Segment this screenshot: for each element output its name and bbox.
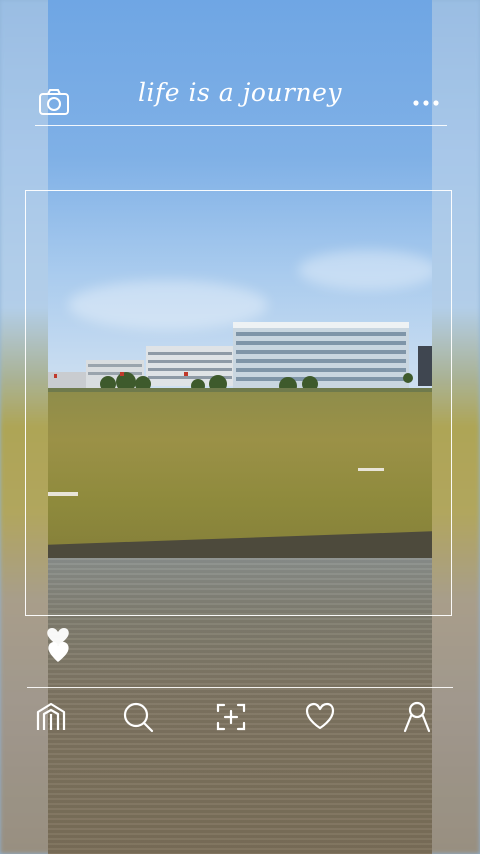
heart-icon[interactable] [303,700,337,734]
hearts-icon[interactable] [42,626,76,670]
photo-frame [25,190,452,616]
top-divider [35,125,447,127]
profile-icon[interactable] [400,700,434,734]
camera-icon[interactable] [38,88,70,120]
page-title: life is a journey [138,78,342,107]
overlay-ui: life is a journey [0,0,480,854]
add-post-icon[interactable] [214,700,248,734]
search-icon[interactable] [121,700,155,734]
bottom-divider [27,687,453,689]
home-icon[interactable] [34,700,68,734]
top-bar: life is a journey [0,78,480,126]
more-dots-icon[interactable] [412,92,440,111]
